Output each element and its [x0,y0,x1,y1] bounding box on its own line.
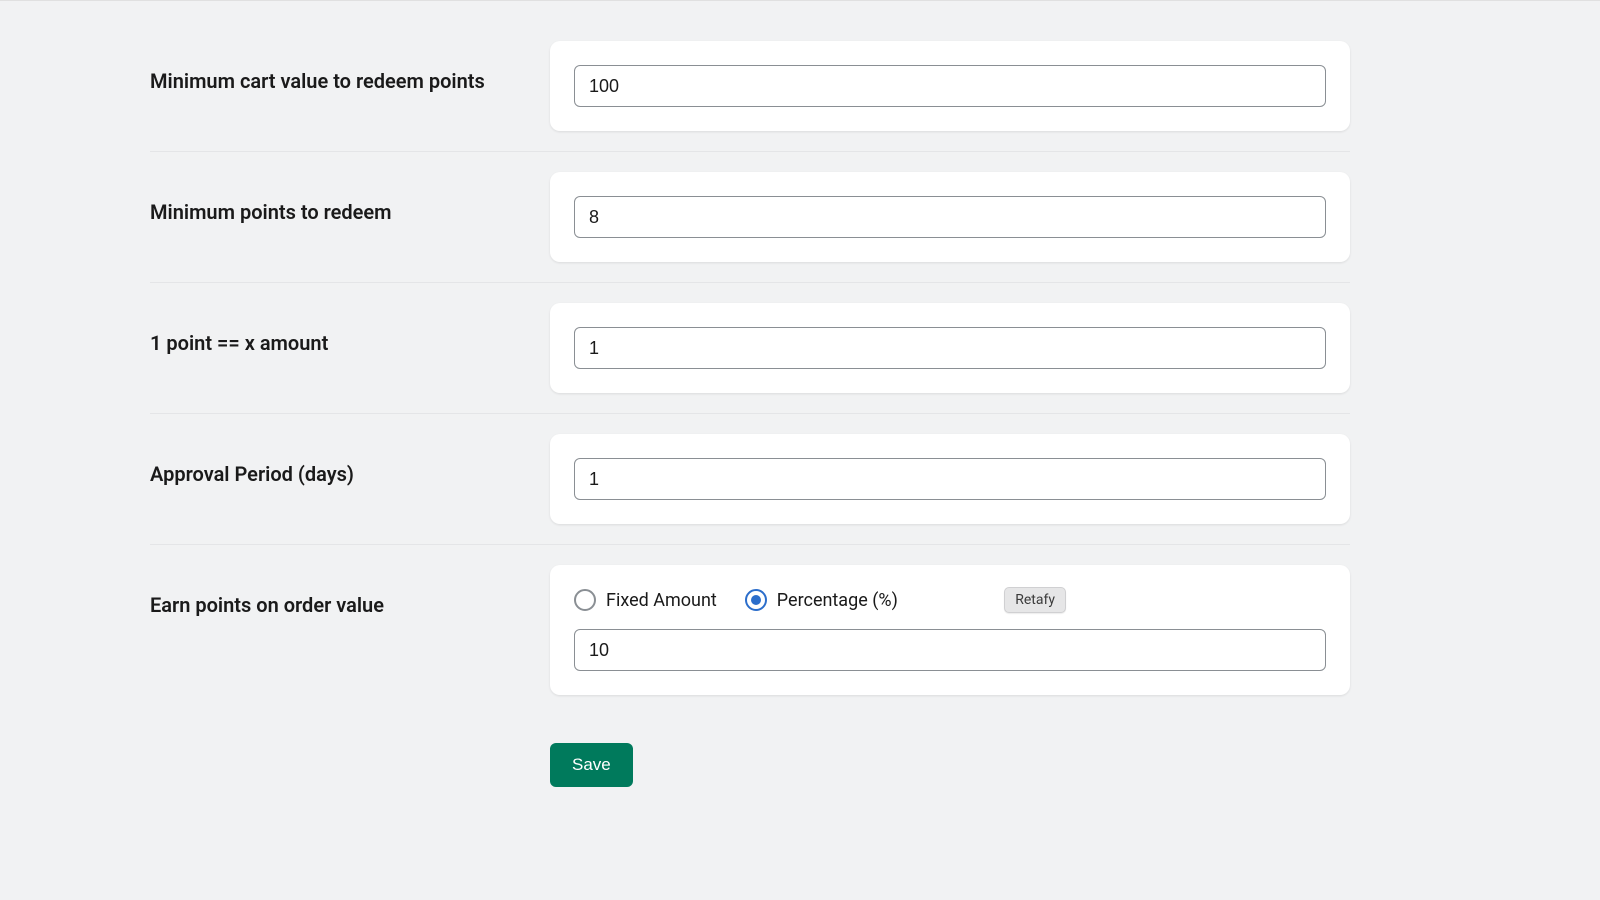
retafy-badge: Retafy [1004,587,1066,613]
label-point-amount: 1 point == x amount [150,331,550,355]
actions-row: Save [550,735,1350,787]
label-min-points: Minimum points to redeem [150,200,550,224]
card-approval-period [550,434,1350,524]
row-approval-period: Approval Period (days) [150,434,1350,545]
radio-fixed-label: Fixed Amount [606,590,717,611]
radio-icon-selected [745,589,767,611]
approval-period-input[interactable] [574,458,1326,500]
settings-form: Minimum cart value to redeem points Mini… [150,1,1350,787]
min-cart-input[interactable] [574,65,1326,107]
radio-dot-icon [751,595,761,605]
card-min-points [550,172,1350,262]
radio-fixed-amount[interactable]: Fixed Amount [574,589,717,611]
label-approval-period: Approval Period (days) [150,462,550,486]
min-points-input[interactable] [574,196,1326,238]
point-amount-input[interactable] [574,327,1326,369]
card-min-cart [550,41,1350,131]
earn-points-value-input[interactable] [574,629,1326,671]
label-earn-points: Earn points on order value [150,593,550,617]
row-earn-points: Earn points on order value Fixed Amount … [150,565,1350,715]
radio-icon [574,589,596,611]
save-button[interactable]: Save [550,743,633,787]
radio-percentage[interactable]: Percentage (%) [745,589,898,611]
row-min-points: Minimum points to redeem [150,172,1350,283]
radio-percentage-label: Percentage (%) [777,590,898,611]
card-earn-points: Fixed Amount Percentage (%) Retafy [550,565,1350,695]
row-point-amount: 1 point == x amount [150,303,1350,414]
row-min-cart: Minimum cart value to redeem points [150,41,1350,152]
earn-type-radio-group: Fixed Amount Percentage (%) Retafy [574,589,1326,611]
label-min-cart: Minimum cart value to redeem points [150,69,550,93]
card-point-amount [550,303,1350,393]
